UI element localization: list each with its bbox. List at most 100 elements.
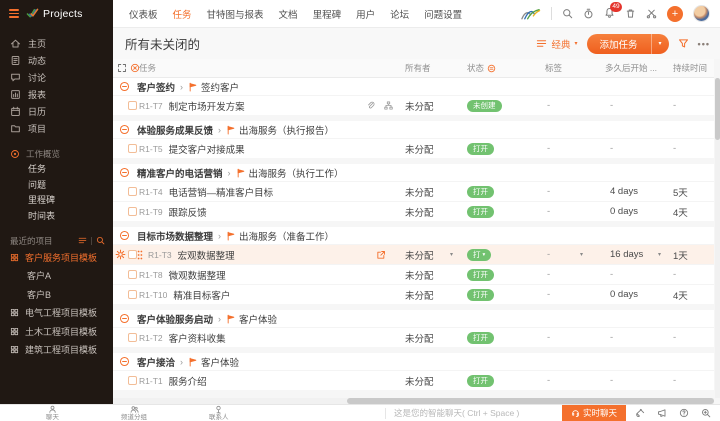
task-title[interactable]: 提交客户对接成果 [169, 142, 245, 156]
col-start[interactable]: 多久后开始 ... [590, 62, 668, 74]
task-start-in[interactable]: 0 days [610, 206, 638, 217]
project-search-icon[interactable] [96, 236, 105, 245]
group-collapse-icon[interactable] [119, 124, 130, 135]
sidebar-overview-item[interactable]: 时间表 [0, 208, 113, 224]
task-owner[interactable]: 未分配 [405, 374, 434, 388]
task-owner[interactable]: 未分配 [405, 205, 434, 219]
scrollbar-thumb[interactable] [715, 78, 720, 140]
caret-down-icon[interactable]: ▾ [580, 251, 583, 258]
bottombar-tab[interactable]: 联系人 [209, 405, 229, 421]
group-collapse-icon[interactable] [119, 313, 130, 324]
task-row[interactable]: R1-T5 提交客户对接成果 未分配 打开 - - - [113, 138, 714, 158]
task-label[interactable]: - [547, 186, 550, 197]
live-chat-button[interactable]: 实时聊天 [561, 404, 626, 421]
task-owner[interactable]: 未分配 [405, 288, 434, 302]
vertical-scrollbar[interactable] [715, 78, 720, 398]
milestone-link[interactable]: 客户体验 [239, 312, 277, 326]
recent-project-item[interactable]: 客户A [0, 267, 113, 286]
view-switcher[interactable]: 经典 ▾ [536, 37, 578, 51]
add-task-caret[interactable]: ▾ [650, 33, 669, 54]
task-start-in[interactable]: - [610, 269, 613, 280]
nav-item[interactable]: 里程碑 [313, 7, 342, 21]
status-badge[interactable]: 打开 [467, 185, 494, 198]
task-label[interactable]: - [547, 143, 550, 154]
task-owner[interactable]: 未分配 [405, 99, 434, 113]
milestone-link[interactable]: 出海服务（准备工作） [239, 229, 334, 243]
task-title[interactable]: 精准目标客户 [173, 288, 230, 302]
status-badge[interactable]: 打 ▾ [467, 248, 492, 261]
attachment-icon[interactable] [366, 101, 375, 110]
sidebar-overview-header[interactable]: 工作概览 [0, 146, 113, 161]
milestone-link[interactable]: 出海服务（执行工作） [249, 166, 344, 180]
recent-project-item[interactable]: 电气工程项目模板 [0, 304, 113, 323]
status-settings-icon[interactable] [487, 64, 496, 73]
task-title[interactable]: 宏观数据整理 [178, 248, 235, 262]
task-start-in[interactable]: 16 days [610, 249, 643, 260]
task-owner[interactable]: 未分配 [405, 268, 434, 282]
row-checkbox[interactable] [128, 187, 137, 196]
group-title[interactable]: 体验服务成果反馈 [137, 123, 213, 137]
recent-project-item[interactable]: 客户B [0, 285, 113, 304]
sidebar-overview-item[interactable]: 里程碑 [0, 192, 113, 208]
col-task[interactable]: 任务 [139, 62, 395, 74]
col-status[interactable]: 状态 [460, 62, 535, 74]
nav-item[interactable]: 仪表板 [129, 7, 158, 21]
announcement-icon[interactable] [657, 408, 667, 418]
caret-down-icon[interactable]: ▾ [658, 251, 661, 258]
nav-item[interactable]: 甘特图与报表 [207, 7, 264, 21]
task-label[interactable]: - [547, 100, 550, 111]
sidebar-overview-item[interactable]: 问题 [0, 177, 113, 193]
col-duration[interactable]: 持续时间 [668, 62, 714, 74]
status-badge[interactable]: 打开 [467, 331, 494, 344]
task-label[interactable]: - [547, 332, 550, 343]
notifications-bell[interactable]: 49 [604, 1, 622, 21]
status-badge[interactable]: 打开 [467, 205, 494, 218]
row-checkbox[interactable] [128, 250, 137, 259]
add-task-button[interactable]: 添加任务 ▾ [586, 33, 669, 54]
task-title[interactable]: 跟踪反馈 [169, 205, 207, 219]
task-owner[interactable]: 未分配 [405, 331, 434, 345]
quick-add-button[interactable]: + [667, 5, 683, 22]
sidebar-item[interactable]: 日历 [0, 103, 113, 120]
recent-project-item[interactable]: 土木工程项目模板 [0, 322, 113, 341]
task-title[interactable]: 电话营销—精准客户目标 [169, 185, 274, 199]
group-title[interactable]: 目标市场数据整理 [137, 229, 213, 243]
nav-item[interactable]: 问题设置 [424, 7, 462, 21]
smart-chat-input[interactable] [394, 405, 562, 421]
task-title[interactable]: 服务介绍 [169, 374, 207, 388]
task-label[interactable]: - [547, 289, 550, 300]
nav-item[interactable]: 任务 [173, 7, 192, 21]
more-options-icon[interactable]: ••• [698, 39, 710, 49]
group-collapse-icon[interactable] [119, 356, 130, 367]
milestone-link[interactable]: 客户体验 [201, 355, 239, 369]
task-start-in[interactable]: - [610, 375, 613, 386]
group-title[interactable]: 客户签约 [137, 80, 175, 94]
caret-down-icon[interactable]: ▾ [450, 251, 453, 258]
task-title[interactable]: 客户资料收集 [169, 331, 226, 345]
sidebar-item[interactable]: 动态 [0, 52, 113, 69]
nav-item[interactable]: 论坛 [390, 7, 409, 21]
milestone-link[interactable]: 签约客户 [201, 80, 239, 94]
project-list-icon[interactable] [78, 236, 87, 245]
col-label[interactable]: 标签 [535, 62, 590, 74]
search-icon[interactable] [562, 8, 573, 19]
task-row[interactable]: R1-T2 客户资料收集 未分配 打开 - - - [113, 327, 714, 347]
task-title[interactable]: 制定市场开发方案 [169, 99, 245, 113]
col-owner[interactable]: 所有者 [395, 62, 460, 74]
task-label[interactable]: - [547, 269, 550, 280]
nav-item[interactable]: 用户 [356, 7, 375, 21]
hamburger-menu-icon[interactable] [9, 9, 19, 18]
row-checkbox[interactable] [128, 207, 137, 216]
task-owner[interactable]: 未分配 [405, 142, 434, 156]
task-owner[interactable]: 未分配 [405, 248, 434, 262]
status-badge[interactable]: 未创建 [467, 99, 502, 112]
row-checkbox[interactable] [128, 270, 137, 279]
task-label[interactable]: - [547, 375, 550, 386]
task-row[interactable]: R1-T4 电话营销—精准客户目标 未分配 打开 - 4 days 5天 [113, 181, 714, 201]
task-row[interactable]: R1-T3 宏观数据整理 未分配 ▾ 打 ▾ - ▾ 16 days ▾ 1天 [113, 244, 714, 264]
app-logo[interactable]: Projects [26, 7, 83, 20]
row-checkbox[interactable] [128, 101, 137, 110]
task-start-in[interactable]: - [610, 143, 613, 154]
task-label[interactable]: - [547, 249, 550, 260]
group-collapse-icon[interactable] [119, 167, 130, 178]
